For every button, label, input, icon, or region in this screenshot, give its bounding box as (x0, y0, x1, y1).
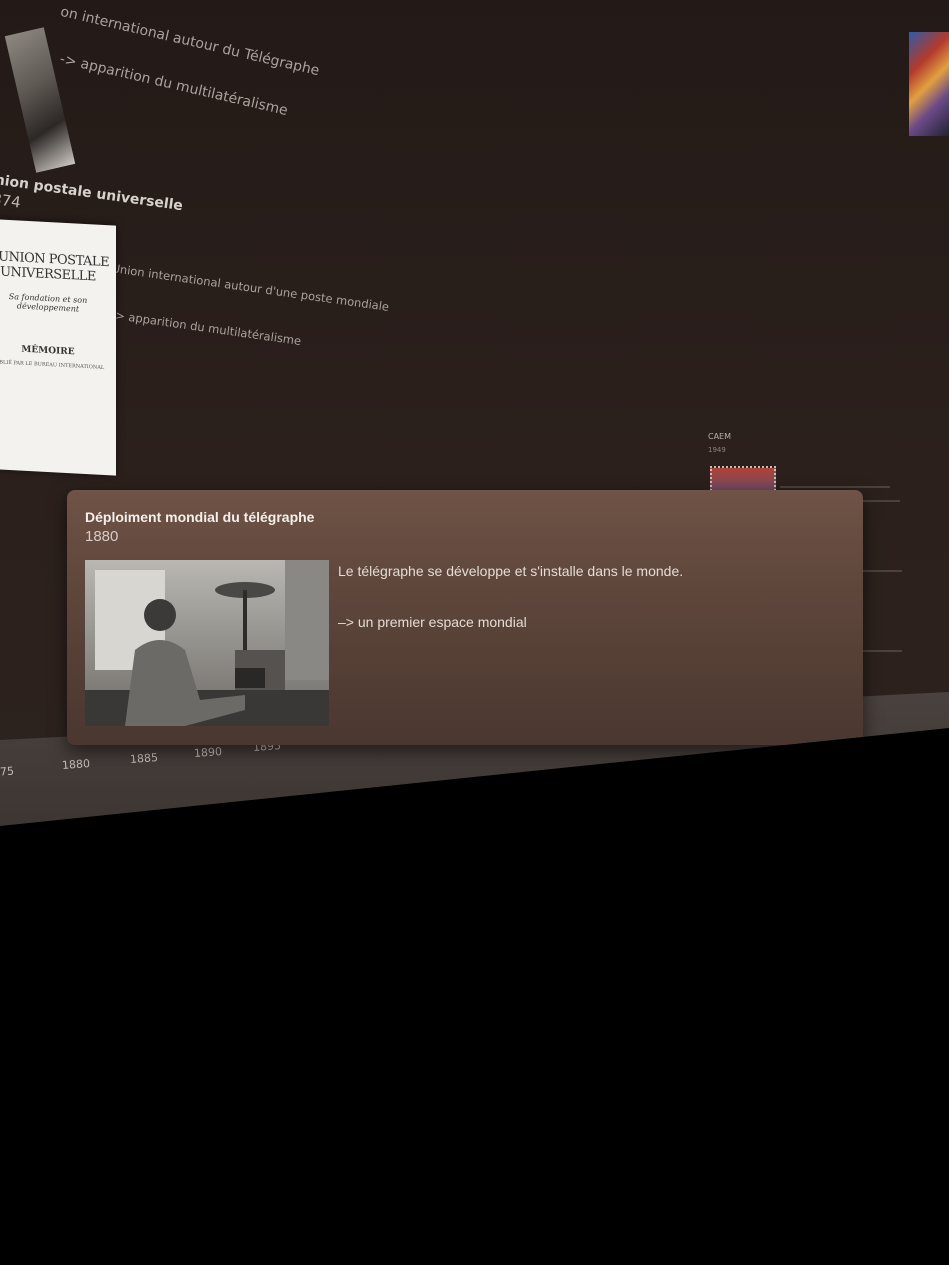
doc-memoire: MÉMOIRE (21, 344, 75, 358)
tick-label: 1885 (129, 751, 159, 766)
caem-title: CAEM (708, 432, 732, 441)
caem-year: 1949 (708, 446, 726, 454)
popup-description: Le télégraphe se développe et s'installe… (338, 563, 684, 579)
popup-title: Déploiment mondial du télégraphe (85, 509, 315, 525)
doc-subheading: Sa fondation et son développement (8, 291, 88, 314)
tick-label: 1890 (193, 745, 223, 760)
item-year: 874 (0, 189, 22, 212)
doc-heading: L'UNION POSTALE UNIVERSELLE (0, 248, 110, 285)
upu-document-image[interactable]: L'UNION POSTALE UNIVERSELLE Sa fondation… (0, 218, 116, 476)
telegraph-operator-photo[interactable] (85, 560, 329, 726)
item-description-arrow: -> apparition du multilatéralisme (110, 307, 303, 349)
tick-label: 75 (0, 764, 15, 779)
popup-description-arrow: –> un premier espace mondial (338, 614, 527, 630)
caem-text-line (860, 500, 900, 502)
popup-year: 1880 (85, 528, 119, 545)
caem-text-line (780, 486, 890, 488)
tick-label: 1880 (61, 757, 91, 772)
item-title: nion postale universelle (0, 172, 184, 215)
timeline-wall[interactable]: on international autour du Télégraphe ->… (0, 0, 949, 826)
item-thumbnail-telegraph[interactable] (4, 27, 76, 173)
doc-publisher: PUBLIÉ PAR LE BUREAU INTERNATIONAL (0, 359, 105, 371)
caem-text-line (862, 650, 902, 652)
item-description: Union international autour d'une poste m… (110, 261, 390, 314)
caem-text-line (862, 570, 902, 572)
photo-illustration (85, 560, 329, 726)
event-popup-card[interactable]: Déploiment mondial du télégraphe 1880 Le… (67, 490, 863, 745)
item-thumbnail-topright[interactable] (909, 32, 949, 136)
